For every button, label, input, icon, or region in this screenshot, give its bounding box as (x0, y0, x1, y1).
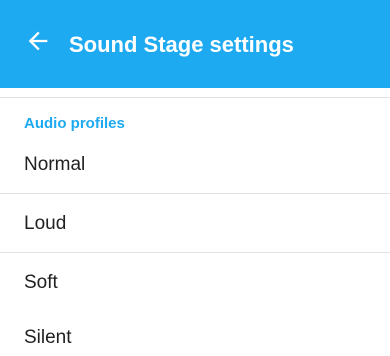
divider (0, 97, 390, 98)
list-item-label: Loud (24, 213, 67, 234)
list-item-soft[interactable]: Soft (0, 253, 390, 312)
list-item-label: Normal (24, 154, 86, 175)
list-item-loud[interactable]: Loud (0, 194, 390, 253)
page-title: Sound Stage settings (69, 32, 294, 57)
app-bar: Sound Stage settings (0, 0, 390, 88)
list-item-label: Soft (24, 272, 58, 293)
section-header-audio-profiles: Audio profiles (24, 115, 125, 132)
list-item-normal[interactable]: Normal (0, 135, 390, 194)
list-item-silent[interactable]: Silent (0, 306, 390, 356)
list-item-label: Silent (24, 327, 72, 348)
arrow-left-icon[interactable] (24, 27, 52, 55)
